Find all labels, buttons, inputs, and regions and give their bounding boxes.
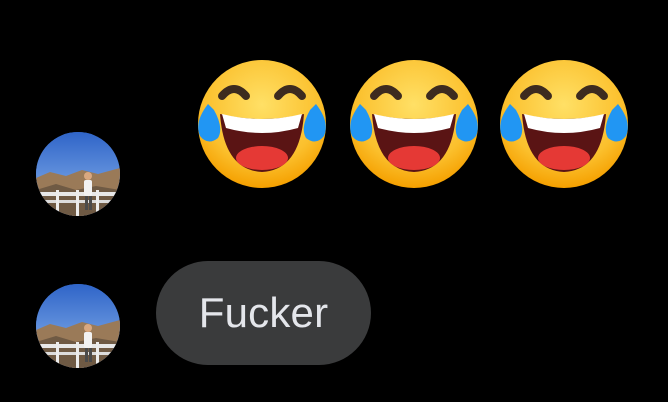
avatar[interactable] bbox=[36, 284, 120, 368]
message-text: Fucker bbox=[198, 289, 329, 336]
avatar[interactable] bbox=[36, 132, 120, 216]
face-with-tears-of-joy-icon bbox=[344, 52, 484, 192]
emoji-message[interactable] bbox=[192, 52, 642, 192]
message-bubble[interactable]: Fucker bbox=[156, 261, 371, 365]
face-with-tears-of-joy-icon bbox=[192, 52, 332, 192]
face-with-tears-of-joy-icon bbox=[494, 52, 634, 192]
